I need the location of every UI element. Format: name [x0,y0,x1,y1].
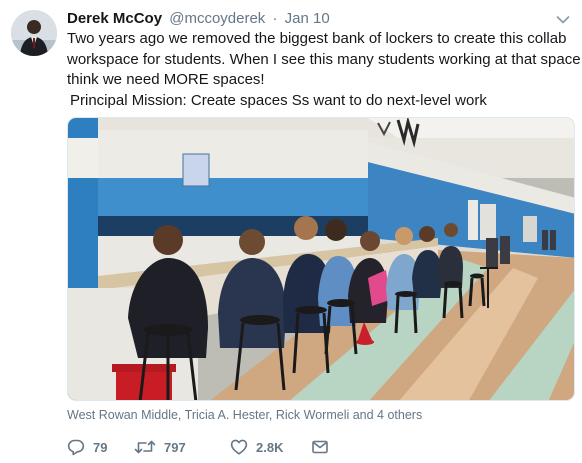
tweet-text-line: think we need MORE spaces! [67,71,265,88]
heart-icon [230,438,256,456]
reply-button[interactable]: 79 [67,436,107,458]
tweet-text-line: Two years ago we removed the biggest ban… [67,30,567,47]
tweet-header: Derek McCoy @mccoyderek · Jan 10 [67,9,330,29]
reply-count: 79 [93,439,108,455]
author-handle[interactable]: @mccoyderek [169,10,265,27]
tagged-people[interactable]: West Rowan Middle, Tricia A. Hester, Ric… [67,408,422,422]
tweet-text-line: Principal Mission: Create spaces Ss want… [70,91,487,109]
avatar[interactable] [11,10,57,56]
envelope-icon [311,438,337,456]
tweet-actions: 79 797 2.8K [67,436,367,458]
tweet-text: Two years ago we removed the biggest ban… [67,29,582,111]
retweet-button[interactable]: 797 [134,436,186,458]
like-count: 2.8K [256,439,284,455]
retweet-count: 797 [164,439,186,455]
reply-icon [67,438,93,456]
chevron-down-icon[interactable] [556,13,570,25]
like-button[interactable]: 2.8K [230,436,283,458]
tweet-text-line: workspace for students. When I see this … [67,50,582,68]
tweet[interactable]: Derek McCoy @mccoyderek · Jan 10 Two yea… [0,0,582,463]
separator-dot: · [272,10,278,27]
tweet-date[interactable]: Jan 10 [285,10,330,27]
direct-message-button[interactable] [311,436,337,458]
retweet-icon [134,438,164,456]
tweet-photo[interactable] [67,117,575,401]
author-name[interactable]: Derek McCoy [67,10,162,27]
